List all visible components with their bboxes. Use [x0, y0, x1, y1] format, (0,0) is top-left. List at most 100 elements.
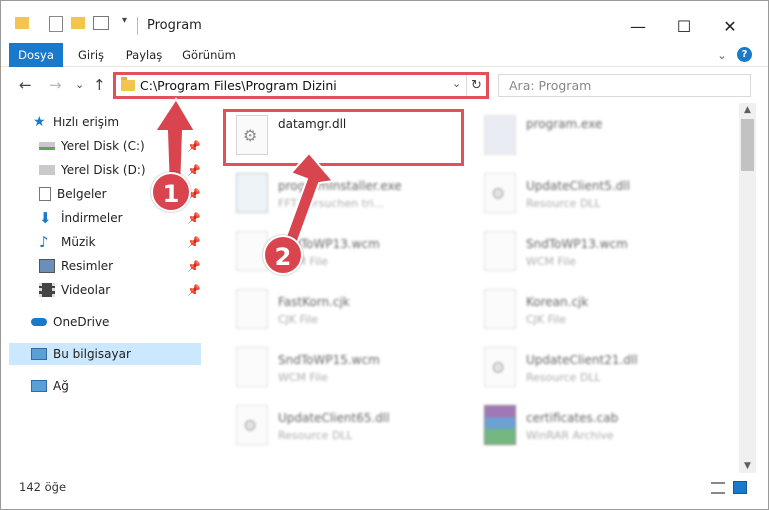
archive-file-icon [484, 405, 516, 445]
pin-icon[interactable]: 📌 [187, 212, 201, 225]
tab-giris[interactable]: Giriş [69, 43, 113, 67]
file-name: Korean.cjk [526, 295, 589, 309]
network-icon [31, 380, 47, 392]
address-path[interactable]: C:\Program Files\Program Dizini [140, 78, 337, 93]
customize-toolbar-icon[interactable]: ▾ [122, 15, 127, 35]
pin-icon[interactable]: 📌 [187, 236, 201, 249]
dll-file-icon [484, 347, 516, 387]
properties-icon[interactable] [49, 16, 63, 32]
file-icon [236, 289, 268, 329]
file-item[interactable]: UpdateClient5.dll Resource DLL [476, 167, 716, 219]
sidebar-item-onedrive[interactable]: OneDrive [31, 311, 109, 333]
file-name: FastKorn.cjk [278, 295, 350, 309]
file-item[interactable]: UpdateClient65.dll Resource DLL [228, 399, 468, 451]
installer-file-icon [236, 173, 268, 213]
file-type: WCM File [526, 255, 576, 268]
pin-icon[interactable]: 📌 [187, 284, 201, 297]
sidebar-item-label: İndirmeler [61, 211, 123, 225]
step-badge-2: 2 [263, 235, 303, 275]
new-folder-icon[interactable] [71, 17, 85, 29]
sidebar-item-label: Müzik [61, 235, 96, 249]
sidebar-item-label: Belgeler [57, 187, 107, 201]
sidebar-item-label: Yerel Disk (C:) [61, 139, 145, 153]
computer-icon [31, 348, 47, 360]
file-item[interactable]: certificates.cab WinRAR Archive [476, 399, 716, 451]
downloads-icon: ⬇ [39, 209, 52, 227]
large-icons-view-icon[interactable] [733, 481, 747, 494]
sidebar-item-network[interactable]: Ağ [31, 375, 69, 397]
file-icon [484, 289, 516, 329]
search-input[interactable]: Ara: Program [498, 74, 751, 97]
up-button[interactable]: ↑ [93, 76, 106, 94]
file-item[interactable]: Korean.cjk CJK File [476, 283, 716, 335]
minimize-button[interactable]: — [615, 11, 661, 41]
file-name: certificates.cab [526, 411, 619, 425]
drive-icon [39, 142, 55, 150]
forward-button[interactable]: → [49, 76, 62, 94]
ribbon-tabs: Dosya Giriş Paylaş Görünüm ⌄ ? [1, 43, 768, 67]
file-explorer-window: ▾ Program — ☐ ✕ Dosya Giriş Paylaş Görün… [0, 0, 769, 510]
details-view-icon[interactable] [711, 482, 725, 494]
recent-locations-button[interactable]: ⌄ [75, 78, 84, 91]
file-name: SndToWP13.wcm [526, 237, 628, 251]
pin-icon[interactable]: 📌 [187, 260, 201, 273]
file-type: CJK File [526, 313, 567, 326]
dll-file-icon [484, 173, 516, 213]
file-type: WinRAR Archive [526, 429, 614, 442]
sidebar-item-label: Resimler [61, 259, 114, 273]
pictures-icon [39, 259, 55, 273]
expand-ribbon-icon[interactable]: ⌄ [713, 43, 731, 67]
address-dropdown-button[interactable]: ⌄ [452, 77, 461, 90]
file-item[interactable]: UpdateClient21.dll Resource DLL [476, 341, 716, 393]
sidebar-item-videos[interactable]: Videolar 📌 [39, 279, 201, 301]
item-count: 142 öğe [19, 480, 67, 494]
help-icon[interactable]: ? [737, 47, 752, 62]
view-icon[interactable] [93, 16, 109, 30]
close-button[interactable]: ✕ [707, 11, 753, 41]
search-placeholder: Ara: Program [509, 78, 592, 93]
sidebar-item-label: Hızlı erişim [53, 115, 120, 129]
sidebar-item-this-pc[interactable]: Bu bilgisayar [9, 343, 201, 365]
scroll-thumb[interactable] [741, 119, 754, 171]
tab-gorunum[interactable]: Görünüm [177, 43, 241, 67]
file-name: UpdateClient5.dll [526, 179, 630, 193]
sidebar-item-label: Bu bilgisayar [53, 347, 131, 361]
file-name: UpdateClient65.dll [278, 411, 390, 425]
tab-dosya[interactable]: Dosya [9, 43, 63, 67]
refresh-button[interactable]: ↻ [466, 75, 486, 96]
file-icon [236, 347, 268, 387]
file-item[interactable]: FastKorn.cjk CJK File [228, 283, 468, 335]
window-title: Program [147, 18, 202, 33]
folder-icon [121, 77, 135, 91]
tab-paylas[interactable]: Paylaş [119, 43, 169, 67]
file-name: program.exe [526, 117, 603, 131]
file-type: CJK File [278, 313, 319, 326]
file-type: Resource DLL [278, 429, 353, 442]
step-badge-1: 1 [151, 172, 191, 212]
file-item[interactable]: program.exe [476, 109, 716, 161]
address-bar[interactable]: C:\Program Files\Program Dizini ⌄ ↻ [113, 72, 489, 99]
sidebar-item-pictures[interactable]: Resimler 📌 [39, 255, 201, 277]
cloud-icon [31, 318, 47, 326]
vertical-scrollbar[interactable]: ▲ ▼ [739, 103, 756, 473]
title-bar: ▾ Program — ☐ ✕ [1, 1, 768, 41]
sidebar-item-label: Videolar [61, 283, 111, 297]
file-type: Resource DLL [526, 197, 601, 210]
status-bar: 142 öğe [1, 475, 768, 499]
scroll-up-icon[interactable]: ▲ [739, 105, 756, 115]
file-name: SndToWP15.wcm [278, 353, 380, 367]
star-icon: ★ [33, 114, 46, 130]
file-type: Resource DLL [526, 371, 601, 384]
maximize-button[interactable]: ☐ [661, 11, 707, 41]
sidebar-item-quick-access[interactable]: ★ Hızlı erişim [33, 111, 119, 133]
sidebar-item-music[interactable]: ♪ Müzik 📌 [39, 231, 201, 253]
file-item[interactable]: SndToWP15.wcm WCM File [228, 341, 468, 393]
dll-file-icon [236, 405, 268, 445]
sidebar-item-label: OneDrive [53, 315, 110, 329]
navigation-bar: ← → ⌄ ↑ C:\Program Files\Program Dizini … [1, 68, 768, 102]
file-item[interactable]: SndToWP13.wcm WCM File [476, 225, 716, 277]
file-icon [484, 231, 516, 271]
back-button[interactable]: ← [19, 76, 32, 94]
file-name: UpdateClient21.dll [526, 353, 638, 367]
scroll-down-icon[interactable]: ▼ [739, 461, 756, 471]
